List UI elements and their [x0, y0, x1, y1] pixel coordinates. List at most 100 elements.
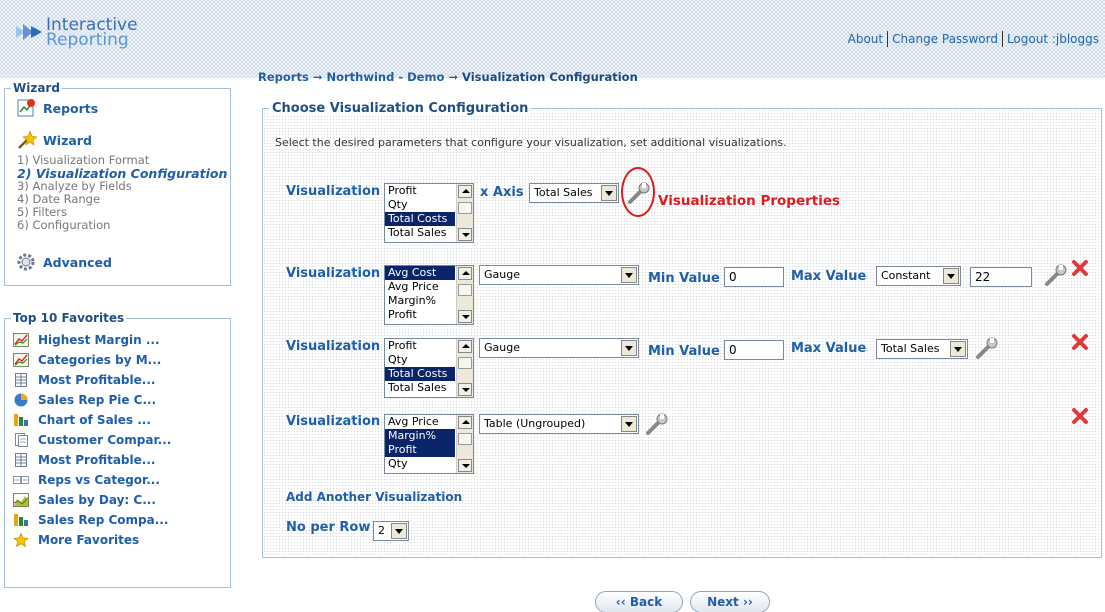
scrollbar[interactable] — [456, 184, 473, 242]
list-option[interactable]: Margin% — [385, 294, 455, 308]
breadcrumb-reports[interactable]: Reports — [258, 70, 309, 84]
wrench-icon[interactable] — [973, 336, 999, 362]
list-option[interactable]: Total Sales — [385, 226, 455, 240]
visualization-2-type-select[interactable]: Gauge — [479, 265, 639, 285]
max-value-mode-select[interactable]: Constant — [876, 266, 961, 286]
max-value-input[interactable]: 22 — [970, 267, 1032, 287]
scroll-thumb[interactable] — [458, 284, 472, 296]
wrench-icon[interactable] — [1042, 263, 1068, 289]
visualization-2-fields-list[interactable]: Avg Cost Avg Price Margin% Profit — [384, 265, 474, 325]
chevron-down-icon — [391, 523, 407, 539]
remove-visualization-icon[interactable] — [1071, 407, 1089, 425]
intro-text: Select the desired parameters that confi… — [275, 136, 787, 149]
next-button[interactable]: Next ›› — [690, 591, 770, 612]
list-option[interactable]: Avg Price — [385, 280, 455, 294]
scrollbar[interactable] — [456, 266, 473, 324]
scroll-up-icon[interactable] — [458, 340, 472, 353]
about-link[interactable]: About — [844, 32, 887, 46]
list-option[interactable]: Total Costs — [385, 367, 455, 381]
visualization-1-fields-list[interactable]: Profit Qty Total Costs Total Sales — [384, 183, 474, 243]
favorite-item[interactable]: Highest Margin ... — [13, 330, 171, 350]
list-option[interactable]: Avg Cost — [385, 266, 455, 280]
x-axis-select[interactable]: Total Sales — [529, 183, 619, 203]
scroll-thumb[interactable] — [458, 357, 472, 369]
add-visualization-link[interactable]: Add Another Visualization — [286, 490, 462, 504]
scroll-up-icon[interactable] — [458, 185, 472, 198]
list-option[interactable]: Qty — [385, 198, 455, 212]
scroll-down-icon[interactable] — [458, 228, 472, 241]
type-select-value: Table (Ungrouped) — [484, 417, 586, 430]
scroll-up-icon[interactable] — [458, 267, 472, 280]
visualization-3-fields-list[interactable]: Profit Qty Total Costs Total Sales — [384, 338, 474, 398]
table-icon — [13, 453, 29, 467]
scroll-up-icon[interactable] — [458, 416, 472, 429]
favorite-item-label: Most Profitable... — [38, 453, 156, 467]
more-favorites-link[interactable]: More Favorites — [13, 530, 171, 550]
list-option[interactable]: Qty — [385, 457, 455, 471]
per-row-select[interactable]: 2 — [373, 521, 409, 541]
list-option[interactable]: Qty — [385, 353, 455, 367]
breadcrumb: Reports ➞ Northwind - Demo ➞ Visualizati… — [258, 70, 638, 84]
visualization-properties-label[interactable]: Visualization Properties — [658, 193, 840, 209]
area-chart-icon — [13, 493, 29, 507]
max-value-mode-select[interactable]: Total Sales — [876, 339, 968, 359]
table-icon — [13, 373, 29, 387]
wizard-steps: 1) Visualization Format 2) Visualization… — [17, 154, 227, 232]
favorite-item[interactable]: Sales by Day: C... — [13, 490, 171, 510]
list-option[interactable]: Total Costs — [385, 212, 455, 226]
change-password-link[interactable]: Change Password — [888, 32, 1002, 46]
favorite-item[interactable]: Customer Compar... — [13, 430, 171, 450]
list-option[interactable]: Profit — [385, 339, 455, 353]
x-axis-label: x Axis — [480, 185, 524, 200]
scroll-thumb[interactable] — [458, 433, 472, 445]
scroll-thumb[interactable] — [458, 202, 472, 214]
sidebar-item-wizard[interactable]: Wizard — [15, 129, 92, 151]
remove-visualization-icon[interactable] — [1071, 259, 1089, 277]
list-option[interactable]: Total Sales — [385, 381, 455, 395]
scroll-down-icon[interactable] — [458, 459, 472, 472]
favorite-item[interactable]: Most Profitable... — [13, 450, 171, 470]
logo-arrows-icon — [16, 24, 42, 40]
wrench-icon[interactable] — [643, 412, 669, 438]
favorite-item[interactable]: Reps vs Categor... — [13, 470, 171, 490]
max-value-label: Max Value — [791, 341, 867, 356]
favorite-item-label: Most Profitable... — [38, 373, 156, 387]
wizard-panel-title: Wizard — [11, 81, 62, 95]
scroll-down-icon[interactable] — [458, 310, 472, 323]
sidebar-item-label: Reports — [43, 100, 99, 116]
favorite-item-label: Chart of Sales ... — [38, 413, 151, 427]
max-value-label: Max Value — [791, 269, 867, 284]
sidebar-item-advanced[interactable]: Advanced — [15, 251, 112, 273]
favorites-list: Highest Margin ... Categories by M... Most… — [13, 330, 171, 550]
visualization-4-fields-list[interactable]: Avg Price Margin% Profit Qty — [384, 414, 474, 474]
favorite-item-label: Highest Margin ... — [38, 333, 160, 347]
scrollbar[interactable] — [456, 339, 473, 397]
visualization-4-type-select[interactable]: Table (Ungrouped) — [479, 414, 639, 434]
list-option[interactable]: Avg Price — [385, 415, 455, 429]
min-value-input[interactable]: 0 — [724, 267, 784, 287]
favorite-item[interactable]: Categories by M... — [13, 350, 171, 370]
list-option[interactable]: Profit — [385, 443, 455, 457]
remove-visualization-icon[interactable] — [1071, 333, 1089, 351]
favorite-item[interactable]: Sales Rep Pie C... — [13, 390, 171, 410]
highlight-circle — [621, 167, 655, 217]
x-axis-select-value: Total Sales — [534, 186, 593, 199]
min-value-label: Min Value — [648, 271, 720, 286]
breadcrumb-project[interactable]: Northwind - Demo — [326, 70, 444, 84]
favorite-item[interactable]: Chart of Sales ... — [13, 410, 171, 430]
back-button[interactable]: ‹‹ Back — [595, 591, 683, 612]
list-option[interactable]: Profit — [385, 308, 455, 322]
scrollbar[interactable] — [456, 415, 473, 473]
list-option[interactable]: Margin% — [385, 429, 455, 443]
app-logo[interactable]: Interactive Reporting — [16, 15, 146, 50]
logout-link[interactable]: Logout :jbloggs — [1003, 32, 1103, 46]
per-row-label: No per Row — [286, 520, 371, 535]
scroll-down-icon[interactable] — [458, 383, 472, 396]
list-option[interactable]: Profit — [385, 184, 455, 198]
favorite-item[interactable]: Most Profitable... — [13, 370, 171, 390]
visualization-3-type-select[interactable]: Gauge — [479, 338, 639, 358]
favorite-item[interactable]: Sales Rep Compa... — [13, 510, 171, 530]
sidebar-item-reports[interactable]: Reports — [15, 97, 98, 119]
min-value-input[interactable]: 0 — [724, 340, 784, 360]
wizard-panel: Wizard Reports Wizard 1) Visualization F… — [4, 81, 231, 286]
